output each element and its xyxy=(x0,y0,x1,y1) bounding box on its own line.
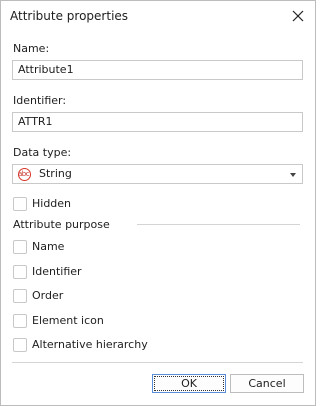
purpose-identifier-label: Identifier xyxy=(32,265,82,278)
purpose-element-icon-label: Element icon xyxy=(32,314,104,327)
name-label: Name: xyxy=(13,42,50,55)
identifier-label: Identifier: xyxy=(13,94,67,107)
data-type-value: String xyxy=(39,167,72,180)
chevron-down-icon xyxy=(290,173,296,177)
purpose-element-icon-checkbox[interactable] xyxy=(13,314,27,328)
identifier-field[interactable]: ATTR1 xyxy=(12,112,303,132)
section-divider xyxy=(137,224,300,225)
data-type-select[interactable]: abc String xyxy=(12,164,303,184)
purpose-identifier-checkbox[interactable] xyxy=(13,265,27,279)
ok-button[interactable]: OK xyxy=(152,374,226,393)
cancel-button[interactable]: Cancel xyxy=(230,374,304,393)
purpose-order-checkbox[interactable] xyxy=(13,289,27,303)
hidden-checkbox[interactable] xyxy=(13,197,27,211)
purpose-alternative-hierarchy-label: Alternative hierarchy xyxy=(32,338,148,351)
purpose-order-label: Order xyxy=(32,289,64,302)
attribute-properties-dialog: Attribute properties Name: Attribute1 Id… xyxy=(0,0,316,406)
hidden-checkbox-label: Hidden xyxy=(32,197,72,210)
dialog-title: Attribute properties xyxy=(10,9,129,23)
data-type-label: Data type: xyxy=(13,146,72,159)
close-icon[interactable] xyxy=(287,5,309,27)
purpose-name-checkbox[interactable] xyxy=(13,240,27,254)
attribute-purpose-heading: Attribute purpose xyxy=(13,218,110,231)
purpose-name-label: Name xyxy=(32,240,65,253)
name-field[interactable]: Attribute1 xyxy=(12,60,303,80)
footer-divider xyxy=(12,362,303,363)
abc-string-icon: abc xyxy=(18,168,31,181)
purpose-alternative-hierarchy-checkbox[interactable] xyxy=(13,338,27,352)
